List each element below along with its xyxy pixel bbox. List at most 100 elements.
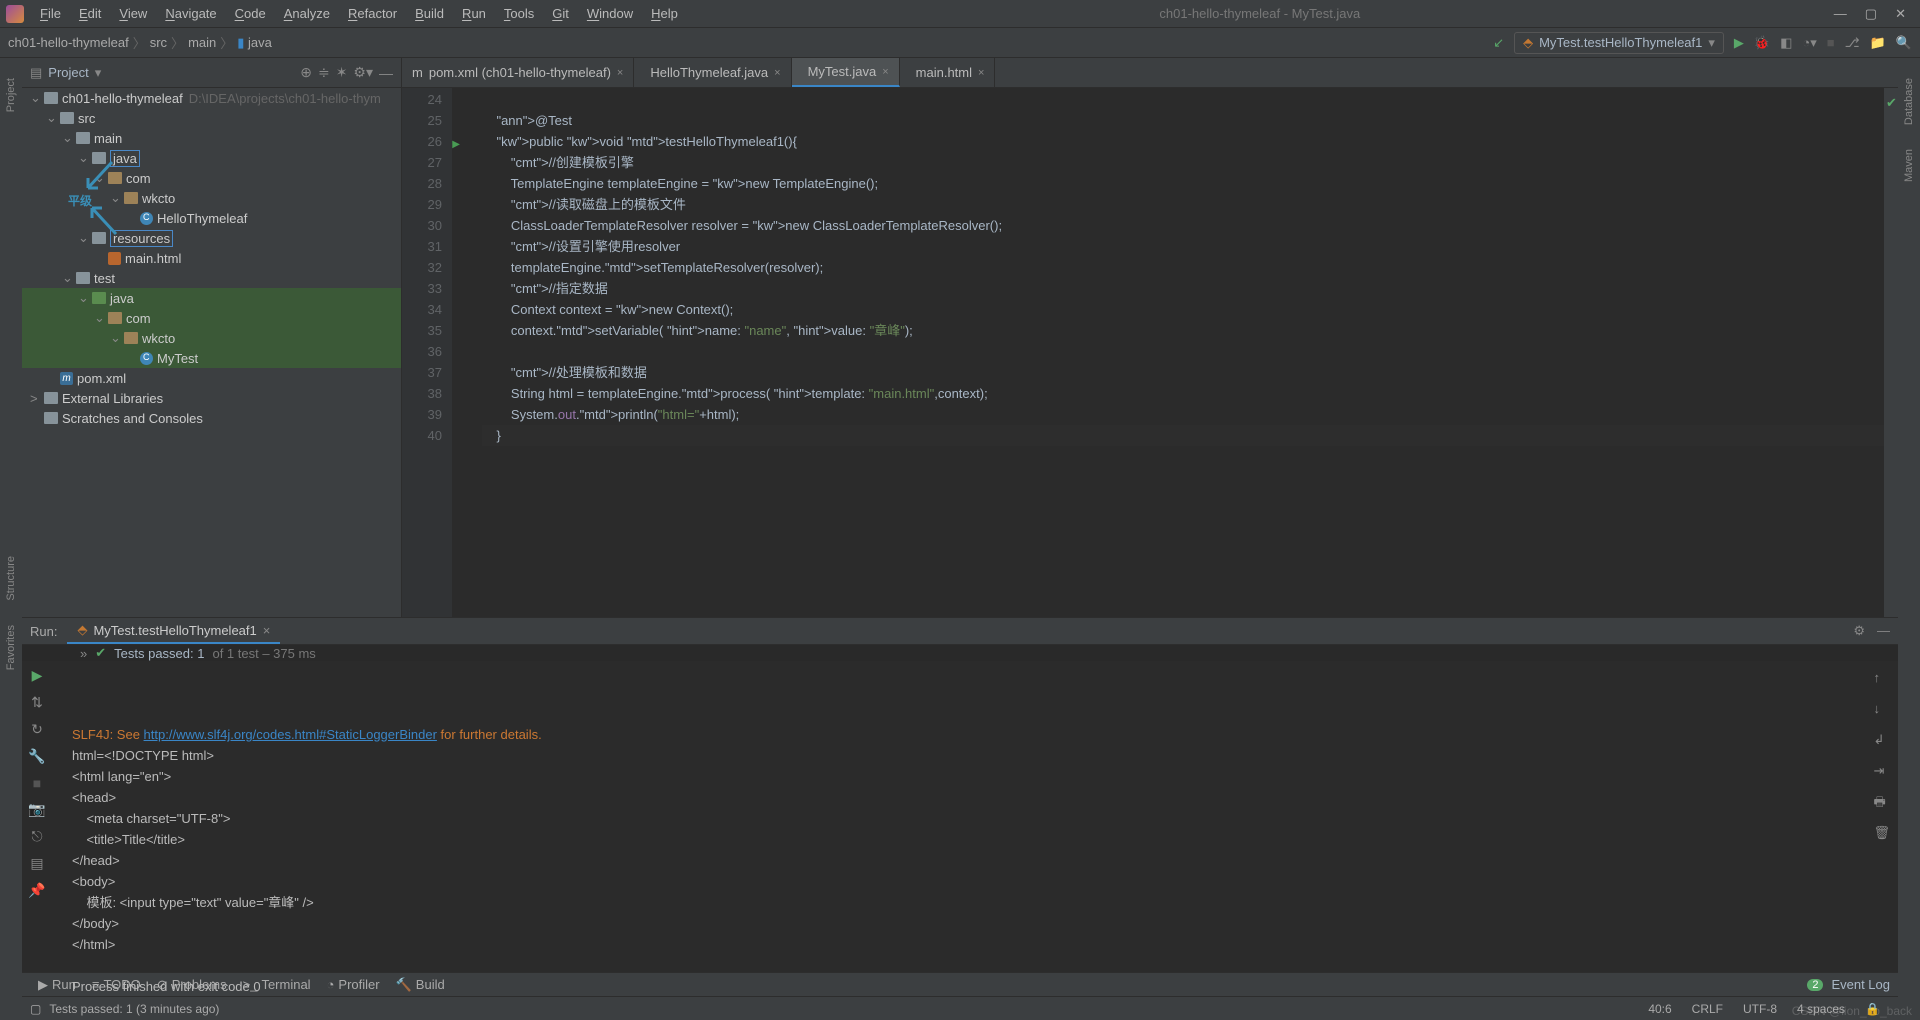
run-settings-icon[interactable]: ⚙	[1853, 623, 1865, 639]
tree-node[interactable]: ⌄resources	[22, 228, 401, 248]
layout-icon[interactable]: ▤	[30, 855, 43, 872]
tree-node[interactable]: ⌄src	[22, 108, 401, 128]
rail-favorites[interactable]: Favorites	[5, 625, 17, 670]
editor-tabs: mpom.xml (ch01-hello-thymeleaf)×HelloThy…	[402, 58, 1898, 88]
menu-tools[interactable]: Tools	[496, 2, 542, 25]
menu-view[interactable]: View	[111, 2, 155, 25]
tree-node[interactable]: ⌄ch01-hello-thymeleafD:\IDEA\projects\ch…	[22, 88, 401, 108]
menu-help[interactable]: Help	[643, 2, 686, 25]
print-icon[interactable]: 🖶	[1873, 791, 1890, 812]
profile-icon[interactable]: ◔▾	[1802, 35, 1816, 51]
tree-node[interactable]: ⌄test	[22, 268, 401, 288]
run-toolbar: ▶ ⇅ ↻ 🔧 ■ 📷 ⎋ ▤ 📌	[22, 661, 52, 997]
project-pane-title[interactable]: Project	[48, 65, 88, 80]
menu-build[interactable]: Build	[407, 2, 452, 25]
menu-analyze[interactable]: Analyze	[276, 2, 338, 25]
status-bar: ▢ Tests passed: 1 (3 minutes ago) 40:6 C…	[22, 996, 1898, 1020]
menu-window[interactable]: Window	[579, 2, 641, 25]
editor-tab[interactable]: mpom.xml (ch01-hello-thymeleaf)×	[402, 58, 634, 87]
rail-database[interactable]: Database	[1903, 78, 1915, 125]
git-branch-icon[interactable]: ⎇	[1845, 35, 1860, 51]
tree-node[interactable]: ⌄wkcto	[22, 328, 401, 348]
soft-wrap-icon[interactable]: ↲	[1873, 729, 1890, 750]
rerun-icon[interactable]: ▶	[32, 667, 43, 684]
indent[interactable]: 4 spaces	[1797, 1002, 1845, 1016]
project-tree[interactable]: 平级 ⌄ch01-hello-thymeleafD:\IDEA\projects…	[22, 88, 401, 617]
clear-icon[interactable]: 🗑	[1873, 822, 1890, 843]
test-pass-icon: ✔	[95, 645, 106, 661]
run-config-select[interactable]: ⬘ MyTest.testHelloThymeleaf1 ▾	[1514, 32, 1724, 54]
scroll-end-icon[interactable]: ⇥	[1873, 760, 1890, 781]
navbar: ch01-hello-thymeleaf〉src〉main〉▮ java ↙ ⬘…	[0, 28, 1920, 58]
editor-tab[interactable]: HelloThymeleaf.java×	[634, 58, 791, 87]
code-area[interactable]: "ann">@Test "kw">public "kw">void "mtd">…	[452, 88, 1884, 617]
tree-node[interactable]: HelloThymeleaf	[22, 208, 401, 228]
open-folder-icon[interactable]: 📁	[1870, 35, 1886, 51]
editor-tab[interactable]: MyTest.java×	[792, 58, 900, 87]
tree-node[interactable]: ⌄com	[22, 308, 401, 328]
tree-node[interactable]: ⌄com	[22, 168, 401, 188]
wrench-icon[interactable]: 🔧	[28, 748, 45, 765]
gutter[interactable]: 242526▶2728293031323334353637383940	[402, 88, 452, 617]
toggle-icon[interactable]: ⇅	[31, 694, 43, 711]
debug-icon[interactable]: 🐞	[1754, 35, 1770, 51]
collapse-icon[interactable]: ✶	[336, 64, 348, 81]
run-label: Run:	[30, 624, 57, 639]
editor-tab[interactable]: main.html×	[900, 58, 996, 87]
breadcrumb[interactable]: ch01-hello-thymeleaf〉src〉main〉▮ java	[8, 33, 272, 52]
encoding[interactable]: UTF-8	[1743, 1002, 1777, 1016]
close-icon[interactable]: ✕	[1895, 6, 1906, 22]
scroll-down-icon[interactable]: ↓	[1873, 698, 1890, 719]
menu-code[interactable]: Code	[227, 2, 274, 25]
inspection-ok-icon: ✔	[1886, 92, 1897, 113]
pin-icon[interactable]: ↻	[31, 721, 43, 738]
menu-edit[interactable]: Edit	[71, 2, 109, 25]
hide-icon[interactable]: —	[379, 65, 393, 81]
coverage-icon[interactable]: ◧	[1780, 35, 1792, 51]
locate-icon[interactable]: ⊕	[300, 64, 312, 81]
camera-icon[interactable]: 📷	[28, 801, 45, 818]
tree-node[interactable]: >External Libraries	[22, 388, 401, 408]
menu-git[interactable]: Git	[544, 2, 577, 25]
stop-icon[interactable]: ■	[1827, 35, 1835, 50]
minimize-icon[interactable]: —	[1834, 6, 1847, 22]
run-tab[interactable]: ⬘ MyTest.testHelloThymeleaf1 ×	[67, 618, 280, 644]
tests-passed-text: Tests passed: 1	[114, 646, 204, 661]
console-output[interactable]: ↑ ↓ ↲ ⇥ 🖶 🗑 SLF4J: See http://www.slf4j.…	[52, 661, 1898, 997]
rail-structure[interactable]: Structure	[5, 556, 17, 601]
tree-node[interactable]: ⌄java	[22, 288, 401, 308]
tree-node[interactable]: ⌄java	[22, 148, 401, 168]
tree-node[interactable]: ⌄wkcto	[22, 188, 401, 208]
run-icon[interactable]: ▶	[1734, 35, 1744, 51]
status-icon[interactable]: ▢	[30, 1002, 41, 1016]
run-hide-icon[interactable]: —	[1877, 623, 1890, 639]
rail-maven[interactable]: Maven	[1903, 149, 1915, 182]
tree-node[interactable]: main.html	[22, 248, 401, 268]
line-ending[interactable]: CRLF	[1692, 1002, 1723, 1016]
tree-node[interactable]: mpom.xml	[22, 368, 401, 388]
tree-node[interactable]: ⌄main	[22, 128, 401, 148]
project-tool-window: ▤ Project ▾ ⊕ ≑ ✶ ⚙▾ — 平级 ⌄ch01-hello-th…	[22, 58, 402, 617]
tree-node[interactable]: Scratches and Consoles	[22, 408, 401, 428]
rail-project[interactable]: Project	[5, 78, 17, 112]
menu-run[interactable]: Run	[454, 2, 494, 25]
error-stripe[interactable]: ✔	[1884, 88, 1898, 617]
menu-file[interactable]: File	[32, 2, 69, 25]
tree-node[interactable]: MyTest	[22, 348, 401, 368]
caret-position[interactable]: 40:6	[1648, 1002, 1671, 1016]
update-icon[interactable]: ↙	[1493, 35, 1504, 51]
stop-run-icon[interactable]: ■	[33, 775, 41, 791]
window-title: ch01-hello-thymeleaf - MyTest.java	[1159, 6, 1360, 21]
gear-icon[interactable]: ⚙▾	[353, 64, 373, 81]
exit-icon[interactable]: ⎋	[31, 828, 42, 845]
search-icon[interactable]: 🔍	[1896, 35, 1912, 51]
scroll-up-icon[interactable]: ↑	[1873, 667, 1890, 688]
menu-refactor[interactable]: Refactor	[340, 2, 405, 25]
pin-tab-icon[interactable]: 📌	[28, 882, 45, 899]
app-logo-icon	[6, 5, 24, 23]
lock-icon[interactable]: 🔒	[1865, 1002, 1880, 1016]
maximize-icon[interactable]: ▢	[1865, 6, 1877, 22]
menu-navigate[interactable]: Navigate	[157, 2, 224, 25]
expand-icon[interactable]: ≑	[318, 64, 330, 81]
editor: mpom.xml (ch01-hello-thymeleaf)×HelloThy…	[402, 58, 1898, 617]
